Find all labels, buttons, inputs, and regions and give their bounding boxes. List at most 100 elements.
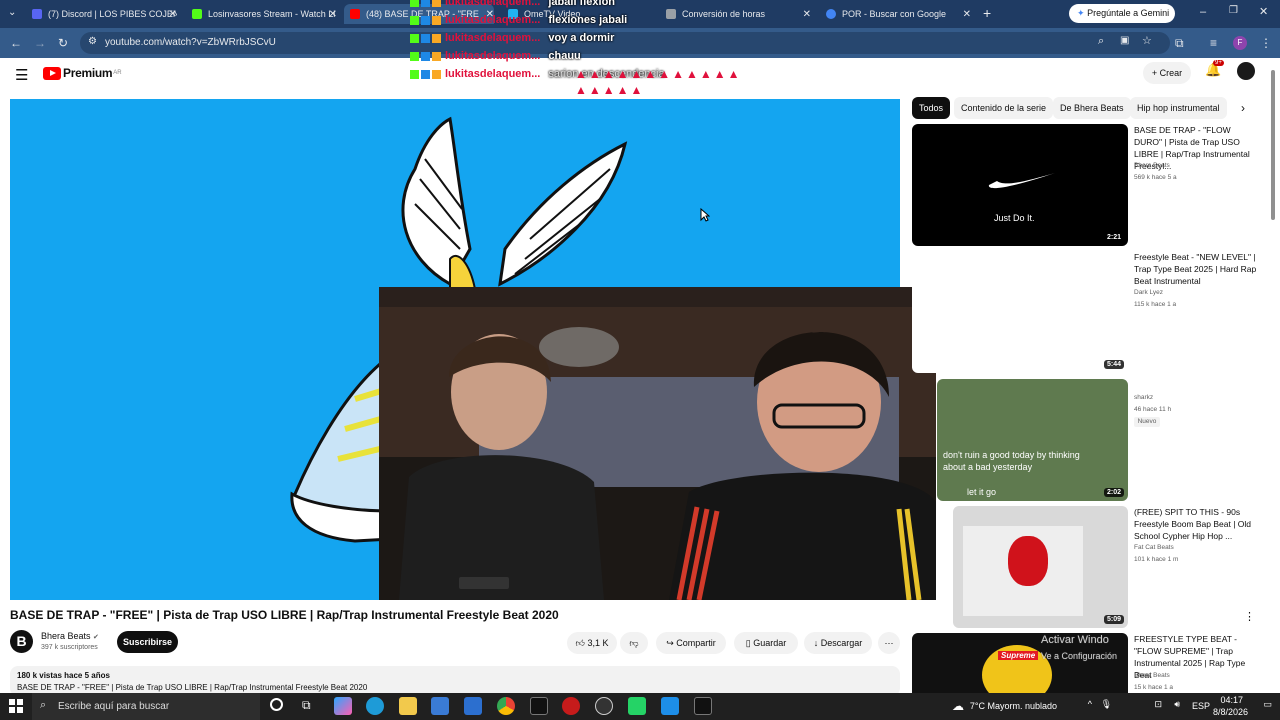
edge-icon[interactable] [366,697,384,715]
whatsapp-icon[interactable] [628,697,646,715]
tray-chevron-icon[interactable]: ^ [1088,699,1092,709]
kick-badge-icon [410,51,419,61]
hamburger-menu-icon[interactable]: ☰ [15,66,28,84]
chips-next-chevron-icon[interactable]: › [1241,101,1245,115]
dislike-button[interactable]: 👎︎ [620,632,648,654]
new-tab-icon[interactable]: + [983,5,991,21]
recommendation-title[interactable]: Freestyle Beat - "NEW LEVEL" | Trap Type… [1134,251,1258,287]
tab-discord[interactable]: (7) Discord | LOS PIBES COJEN ✕ [32,4,177,24]
more-actions-button[interactable]: ⋯ [878,632,900,654]
tab-kick[interactable]: Losinvasores Stream - Watch Li ✕ [192,4,337,24]
chip-todos[interactable]: Todos [912,97,951,119]
site-info-icon[interactable]: ⚙ [88,36,97,47]
clock-time[interactable]: 04:17 [1220,695,1243,705]
streamer-webcam-overlay [379,287,936,600]
chip-hip-hop-instrumental[interactable]: Hip hop instrumental [1130,97,1227,119]
recommendation-channel[interactable]: Dark Lyez [1134,288,1258,298]
account-avatar[interactable] [1237,62,1255,80]
tab-conversion-horas[interactable]: Conversión de horas ✕ [666,4,811,24]
zoom-icon[interactable]: ⌕ [1098,35,1104,48]
clock-date[interactable]: 8/8/2026 [1213,707,1248,717]
bookmark-star-icon[interactable]: ☆ [1142,34,1152,47]
recommendation-thumbnail[interactable]: don't ruin a good today by thinking abou… [937,379,1128,501]
file-explorer-icon[interactable] [399,697,417,715]
youtube-premium-logo[interactable]: Premium AR [43,66,122,80]
mouse-cursor-icon [700,208,710,222]
browser-menu-icon[interactable]: ⋮ [1260,35,1272,51]
media-icon[interactable]: ≡ [1210,35,1217,51]
close-tab-icon[interactable]: ✕ [169,9,177,20]
back-icon[interactable]: ← [10,35,22,51]
bluestacks-icon[interactable] [661,697,679,715]
chat-message: lukitasdelaquem... jabali flexion [410,0,615,10]
chip-de-bhera-beats[interactable]: De Bhera Beats [1053,97,1131,119]
subscribe-button[interactable]: Suscribirse [117,631,178,653]
more-horizontal-icon: ⋯ [884,638,894,648]
tab-google-search[interactable]: POR - Buscar con Google ✕ [826,4,971,24]
profile-avatar[interactable]: F [1233,36,1247,50]
gemini-button[interactable]: ✦ Pregúntale a Gemini [1069,4,1175,23]
recommendation-channel[interactable]: sharkz [1134,393,1258,403]
kick-badge-icon [410,33,419,43]
close-tab-icon[interactable]: ✕ [329,9,337,20]
capcut-2-icon[interactable] [694,697,712,715]
recorder-icon[interactable] [562,697,580,715]
recommendation-channel[interactable]: Bhera Beats [1134,161,1258,171]
channel-avatar[interactable]: B [10,630,33,653]
recommendation-title[interactable]: (FREE) SPIT TO THIS - 90s Freestyle Boom… [1134,506,1258,542]
save-button[interactable]: ▯ Guardar [734,632,798,654]
calculator-icon[interactable] [431,697,449,715]
gift-badge-icon [432,0,441,7]
minimize-icon[interactable]: – [1200,6,1206,18]
channel-name[interactable]: Bhera Beats ✔ [41,631,99,641]
input-language[interactable]: ESP [1192,701,1210,711]
mail-icon[interactable] [464,697,482,715]
emote-icon: ▲▲▲▲▲▲▲▲▲▲▲▲ [575,67,742,81]
view-count-date: 180 k vistas hace 5 años [17,671,110,680]
description-box[interactable]: 180 k vistas hace 5 años BASE DE TRAP - … [10,666,900,696]
recommendation-channel[interactable]: Bhera Beats [1134,671,1258,681]
close-tab-icon[interactable]: ✕ [803,9,811,20]
cortana-icon[interactable] [270,698,283,711]
recommendation-thumbnail[interactable]: 5:44 [912,251,1128,373]
download-button[interactable]: ↓ Descargar [804,632,872,654]
address-bar[interactable]: ⚙ youtube.com/watch?v=ZbWRrbJSCvU ⌕ ▣ ☆ [80,32,1170,54]
weather-cloud-icon[interactable]: ☁ [952,699,964,713]
page-scrollbar[interactable] [1270,70,1276,690]
extensions-icon[interactable]: ⧉ [1175,35,1184,51]
more-vertical-icon[interactable]: ⋮ [1244,610,1255,623]
chrome-icon[interactable] [497,697,515,715]
copilot-icon[interactable] [334,697,352,715]
network-icon[interactable]: ⊡ [1154,699,1162,710]
recommendation-channel[interactable]: Fat Cat Beats [1134,543,1258,553]
chip-contenido-serie[interactable]: Contenido de la serie [954,97,1054,119]
windows-start-icon[interactable] [9,699,23,713]
phone [459,577,509,589]
taskbar-search[interactable]: ⌕ Escribe aquí para buscar [32,693,260,720]
close-window-icon[interactable]: ✕ [1259,5,1268,18]
channel-subscribers: 397 k suscriptores [41,644,98,651]
recommendation-thumbnail[interactable]: 5:09 [953,506,1128,628]
verified-icon: ✔ [93,634,99,641]
new-badge: Nuevo [1134,417,1160,427]
close-tab-icon[interactable]: ✕ [963,9,971,20]
recommendation-thumbnail[interactable]: Just Do It. 2:21 [912,124,1128,246]
create-button[interactable]: + Crear [1143,62,1191,84]
logo-region: AR [113,70,122,76]
like-button[interactable]: 👍︎ 3,1 K [567,632,617,654]
cast-icon[interactable]: ▣ [1120,35,1129,46]
scrollbar-thumb[interactable] [1271,70,1275,220]
task-view-icon[interactable]: ⧉ [302,698,311,713]
restore-icon[interactable]: ❐ [1229,5,1238,16]
share-button[interactable]: ↪ Compartir [656,632,726,654]
weather-text[interactable]: 7°C Mayorm. nublado [970,701,1057,711]
microphone-icon[interactable]: 🎙︎ [1101,699,1112,710]
url-text: youtube.com/watch?v=ZbWRrbJSCvU [105,37,276,48]
volume-icon[interactable]: 🔊︎ [1174,699,1180,710]
capcut-icon[interactable] [530,697,548,715]
forward-icon[interactable]: → [34,35,46,51]
obs-icon[interactable] [595,697,613,715]
notification-center-icon[interactable]: ▭ [1263,699,1272,710]
reload-icon[interactable]: ↻ [58,35,68,51]
tab-list-chevron-icon[interactable]: ⌄ [8,7,16,18]
